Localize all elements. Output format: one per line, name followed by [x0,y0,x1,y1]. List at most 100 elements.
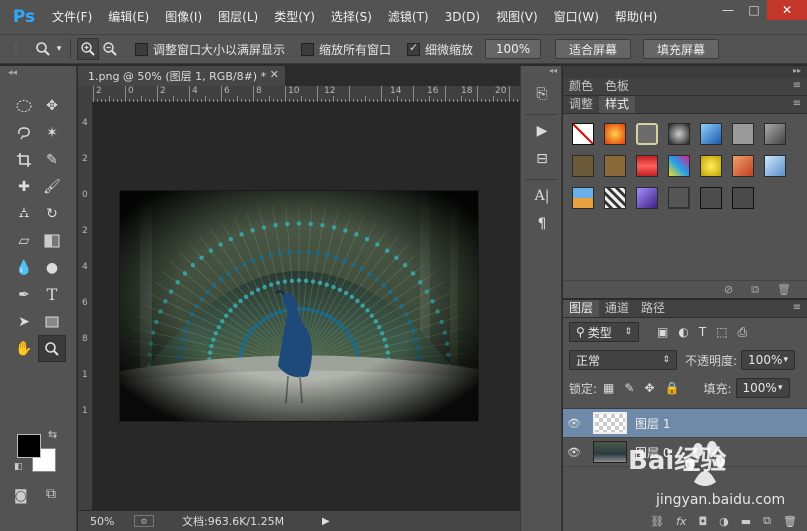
zoom-in-icon[interactable] [77,38,99,60]
layer-name[interactable]: 图层 1 [635,415,670,432]
tab-layers[interactable]: 图层 [563,300,600,317]
style-swatch[interactable] [764,155,786,177]
tab-channels[interactable]: 通道 [599,300,635,317]
visibility-eye-icon[interactable]: 👁 [563,446,585,459]
marquee-tool-icon[interactable] [10,92,38,119]
lock-all-icon[interactable]: 🔒 [665,381,680,395]
status-menu-arrow-icon[interactable]: ▶ [322,516,330,527]
layer-filter-dropdown[interactable]: ⚲ 类型 ⇕ [569,322,639,342]
eraser-icon[interactable]: ▱ [10,227,38,254]
character-panel-icon[interactable]: A| [528,184,556,208]
paragraph-panel-icon[interactable]: ¶ [528,212,556,236]
clone-stamp-icon[interactable]: ⛼ [10,200,38,227]
style-swatch-none[interactable] [572,123,594,145]
actions-panel-icon[interactable]: ▶ [528,119,556,143]
fx-icon[interactable]: fx [676,515,686,528]
quick-mask-icon[interactable]: ◙ [14,488,28,504]
rectangle-tool-icon[interactable] [38,308,66,335]
style-swatch-selected[interactable] [636,123,658,145]
menu-edit[interactable]: 编辑(E) [100,0,157,34]
menu-type[interactable]: 类型(Y) [266,0,323,34]
style-swatch[interactable] [700,123,722,145]
filter-pixel-icon[interactable]: ▣ [657,325,668,340]
tab-color[interactable]: 颜色 [563,78,599,95]
minimize-button[interactable]: — [715,0,741,20]
history-panel-icon[interactable]: ⎘ [528,82,556,106]
status-preview-icon[interactable]: ⚙ [134,515,154,527]
fit-screen-button[interactable]: 适合屏幕 [555,39,632,59]
screen-mode-icon[interactable]: ⧉ [46,486,56,502]
style-swatch[interactable] [572,187,594,209]
style-swatch[interactable] [636,187,658,209]
zoom-100-button[interactable]: 100% [485,39,542,59]
close-button[interactable]: ✕ [767,0,807,20]
clear-style-icon[interactable]: ⊘ [724,283,733,296]
foreground-color-swatch[interactable] [17,434,41,458]
menu-file[interactable]: 文件(F) [44,0,100,34]
zoom-all-checkbox[interactable] [301,42,315,56]
canvas-area[interactable] [93,102,520,510]
document-tab[interactable]: 1.png @ 50% (图层 1, RGB/8#) * ✕ [78,66,286,86]
style-swatch[interactable] [572,155,594,177]
scrubby-zoom-checkbox[interactable] [407,41,421,56]
properties-panel-icon[interactable]: ⊟ [528,147,556,171]
history-brush-icon[interactable]: ↻ [38,200,66,227]
new-layer-icon[interactable]: ⧉ [763,514,771,528]
add-mask-icon[interactable]: ◘ [698,515,707,528]
style-swatch[interactable] [668,155,690,177]
opacity-input[interactable]: 100% ▾ [741,350,796,370]
zoom-out-icon[interactable] [99,38,121,60]
delete-layer-icon[interactable]: 🗑 [783,515,797,528]
style-swatch[interactable] [764,123,786,145]
tab-styles[interactable]: 样式 [599,96,636,113]
style-swatch[interactable] [700,187,722,209]
collapse-icon[interactable]: ◂◂ [8,68,17,78]
style-swatch[interactable] [636,155,658,177]
style-swatch[interactable] [732,155,754,177]
style-swatch[interactable] [604,123,626,145]
filter-smart-icon[interactable]: ⎙ [738,325,748,340]
status-zoom[interactable]: 50% [90,515,134,528]
style-swatch[interactable] [604,187,626,209]
panel-menu-icon[interactable]: ≡ [793,302,801,313]
blur-tool-icon[interactable]: 💧 [10,254,38,281]
resize-windows-option[interactable]: 调整窗口大小以满屏显示 [135,41,285,58]
gradient-tool-icon[interactable] [38,227,66,254]
close-document-icon[interactable]: ✕ [270,68,279,81]
tab-adjustments[interactable]: 调整 [563,96,599,113]
menu-3d[interactable]: 3D(D) [437,0,488,34]
fill-input[interactable]: 100% ▾ [735,378,790,398]
tab-swatches[interactable]: 色板 [599,78,635,95]
type-tool-icon[interactable]: T [38,281,66,308]
healing-brush-icon[interactable]: ✚ [10,173,38,200]
visibility-eye-icon[interactable]: 👁 [563,417,585,430]
adjustment-layer-icon[interactable]: ◑ [719,515,729,528]
panel-menu-icon[interactable]: ≡ [793,98,801,109]
scrubby-zoom-option[interactable]: 细微缩放 [407,41,473,58]
move-tool-icon[interactable]: ✥ [38,92,66,119]
lock-transparent-icon[interactable]: ▦ [603,381,614,395]
resize-windows-checkbox[interactable] [135,42,148,56]
hand-tool-icon[interactable]: ✋ [10,335,38,362]
restore-button[interactable]: □ [741,0,767,20]
menu-select[interactable]: 选择(S) [323,0,380,34]
expand-icon[interactable]: ◂◂ [521,66,561,78]
style-swatch[interactable] [604,155,626,177]
style-swatch[interactable] [732,123,754,145]
fill-screen-button[interactable]: 填充屏幕 [643,39,720,59]
chevron-down-icon[interactable]: ▾ [54,38,64,60]
menu-image[interactable]: 图像(I) [157,0,210,34]
style-swatch[interactable] [732,187,754,209]
brush-tool-icon[interactable]: 🖌 [38,173,66,200]
menu-help[interactable]: 帮助(H) [607,0,665,34]
tab-paths[interactable]: 路径 [635,300,671,317]
blend-mode-dropdown[interactable]: 正常 ⇕ [569,350,677,370]
eyedropper-icon[interactable]: ✎ [38,146,66,173]
filter-shape-icon[interactable]: ⬚ [716,325,727,340]
menu-layer[interactable]: 图层(L) [210,0,266,34]
zoom-all-option[interactable]: 缩放所有窗口 [301,41,391,58]
new-style-icon[interactable]: ⧉ [751,283,759,297]
crop-tool-icon[interactable] [10,146,38,173]
layer-row[interactable]: 👁 图层 0 [563,438,807,467]
default-colors-icon[interactable]: ◧ [14,462,23,472]
